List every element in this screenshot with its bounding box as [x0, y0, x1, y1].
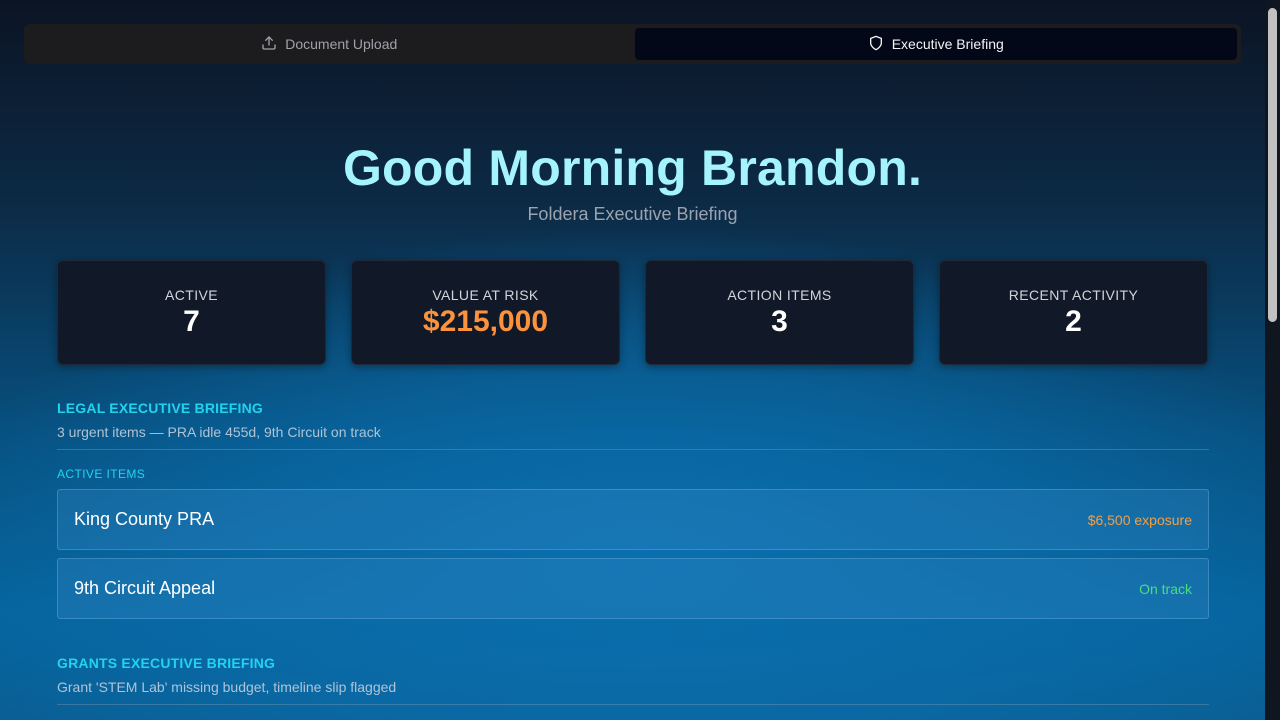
hero: Good Morning Brandon. Foldera Executive … [0, 140, 1265, 225]
stat-card-value-at-risk: VALUE AT RISK $215,000 [351, 260, 620, 365]
section-divider [57, 449, 1209, 450]
view-tabs: Document Upload Executive Briefing [24, 24, 1241, 64]
item-name: King County PRA [74, 509, 215, 529]
item-status: On track [1139, 580, 1192, 597]
stat-value: 2 [1065, 305, 1082, 338]
stat-card-active: ACTIVE 7 [57, 260, 326, 365]
section-title: LEGAL EXECUTIVE BRIEFING [57, 400, 264, 416]
tab-document-upload[interactable]: Document Upload [28, 28, 631, 60]
legal-briefing-section: LEGAL EXECUTIVE BRIEFING 3 urgent items … [57, 400, 1209, 619]
section-title: GRANTS EXECUTIVE BRIEFING [57, 655, 276, 671]
active-items-heading: ACTIVE ITEMS [57, 467, 146, 481]
tab-label: Document Upload [285, 36, 398, 52]
stat-value: $215,000 [422, 305, 549, 338]
grants-briefing-section: GRANTS EXECUTIVE BRIEFING Grant 'STEM La… [57, 655, 1209, 705]
stat-label: ACTION ITEMS [727, 287, 832, 303]
list-item-king-county-pra[interactable]: King County PRA $6,500 exposure [57, 489, 1209, 550]
stat-value: 7 [183, 305, 200, 338]
page-scrollbar[interactable] [1265, 0, 1280, 720]
stat-card-action-items: ACTION ITEMS 3 [645, 260, 914, 365]
stat-card-recent-activity: RECENT ACTIVITY 2 [939, 260, 1208, 365]
stat-label: VALUE AT RISK [432, 287, 539, 303]
list-item-9th-circuit-appeal[interactable]: 9th Circuit Appeal On track [57, 558, 1209, 619]
item-name: 9th Circuit Appeal [74, 578, 216, 598]
section-summary: 3 urgent items — PRA idle 455d, 9th Circ… [57, 424, 381, 440]
upload-icon [261, 35, 277, 54]
greeting-heading: Good Morning Brandon. [342, 140, 923, 196]
scrollbar-thumb[interactable] [1268, 8, 1277, 322]
page-subtitle: Foldera Executive Briefing [527, 204, 738, 224]
tab-label: Executive Briefing [891, 36, 1004, 52]
stat-label: RECENT ACTIVITY [1008, 287, 1139, 303]
section-summary: Grant 'STEM Lab' missing budget, timelin… [57, 679, 397, 695]
tab-executive-briefing[interactable]: Executive Briefing [634, 28, 1237, 60]
item-exposure: $6,500 exposure [1087, 511, 1192, 528]
stat-label: ACTIVE [165, 287, 218, 303]
stat-value: 3 [771, 305, 788, 338]
shield-icon [868, 35, 884, 54]
stats-row: ACTIVE 7 VALUE AT RISK $215,000 ACTION I… [57, 260, 1209, 365]
section-divider [57, 704, 1209, 705]
